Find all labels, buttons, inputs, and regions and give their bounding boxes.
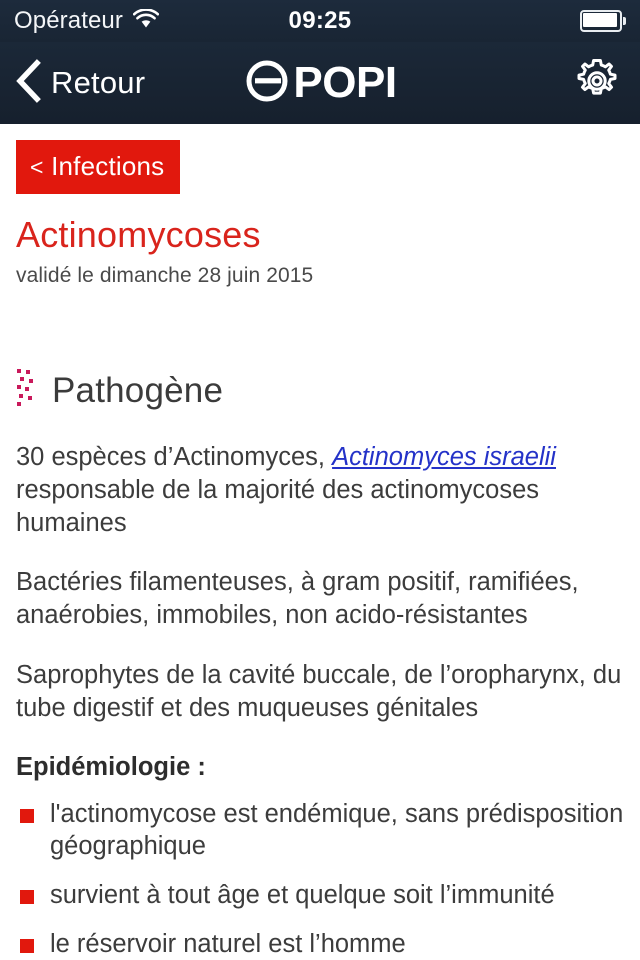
epidemiologie-bullet-list: l'actinomycose est endémique, sans prédi… <box>16 798 624 960</box>
section-header-pathogene: Pathogène <box>16 366 624 415</box>
status-bar: Opérateur 09:25 <box>0 0 640 42</box>
chevron-left-icon <box>14 58 42 108</box>
red-dots-icon <box>16 366 40 415</box>
epopi-e-logo-icon <box>243 57 291 110</box>
list-item: le réservoir naturel est l’homme <box>16 928 624 960</box>
app-root: Opérateur 09:25 Retour POPI < Infections… <box>0 0 640 960</box>
back-button-label: Retour <box>51 65 146 100</box>
gear-icon <box>572 56 622 111</box>
paragraph-species-before: 30 espèces d’Actinomyces, <box>16 442 333 471</box>
subheading-epidemiologie: Epidémiologie : <box>16 752 206 781</box>
validation-date: validé le dimanche 28 juin 2015 <box>16 263 314 287</box>
status-bar-left: Opérateur <box>14 7 160 35</box>
back-button[interactable]: Retour <box>14 58 146 108</box>
list-item: l'actinomycose est endémique, sans prédi… <box>16 798 624 863</box>
list-item: survient à tout âge et quelque soit l’im… <box>16 879 624 912</box>
paragraph-saprophytes: Saprophytes de la cavité buccale, de l’o… <box>16 660 622 722</box>
link-actinomyces-israelii[interactable]: Actinomyces israelii <box>332 443 556 471</box>
settings-button[interactable] <box>572 56 622 111</box>
status-bar-right <box>580 10 626 32</box>
app-logo-text: POPI <box>293 58 397 107</box>
breadcrumb-label: Infections <box>51 151 165 181</box>
breadcrumb-chevron: < <box>30 154 44 180</box>
paragraph-species: 30 espèces d’Actinomyces, Actinomyces is… <box>16 441 624 540</box>
section-title: Pathogène <box>52 370 224 410</box>
paragraph-species-after: responsable de la majorité des actinomyc… <box>16 475 540 538</box>
breadcrumb-infections[interactable]: < Infections <box>16 140 181 194</box>
article-content: < Infections Actinomycoses validé le dim… <box>0 124 640 960</box>
battery-full-icon <box>580 10 626 32</box>
nav-bar: Retour POPI <box>0 42 640 124</box>
carrier-label: Opérateur <box>14 7 123 34</box>
paragraph-bacteria-description: Bactéries filamenteuses, à gram positif,… <box>16 568 579 630</box>
page-title: Actinomycoses <box>16 214 261 255</box>
wifi-icon <box>132 7 160 34</box>
